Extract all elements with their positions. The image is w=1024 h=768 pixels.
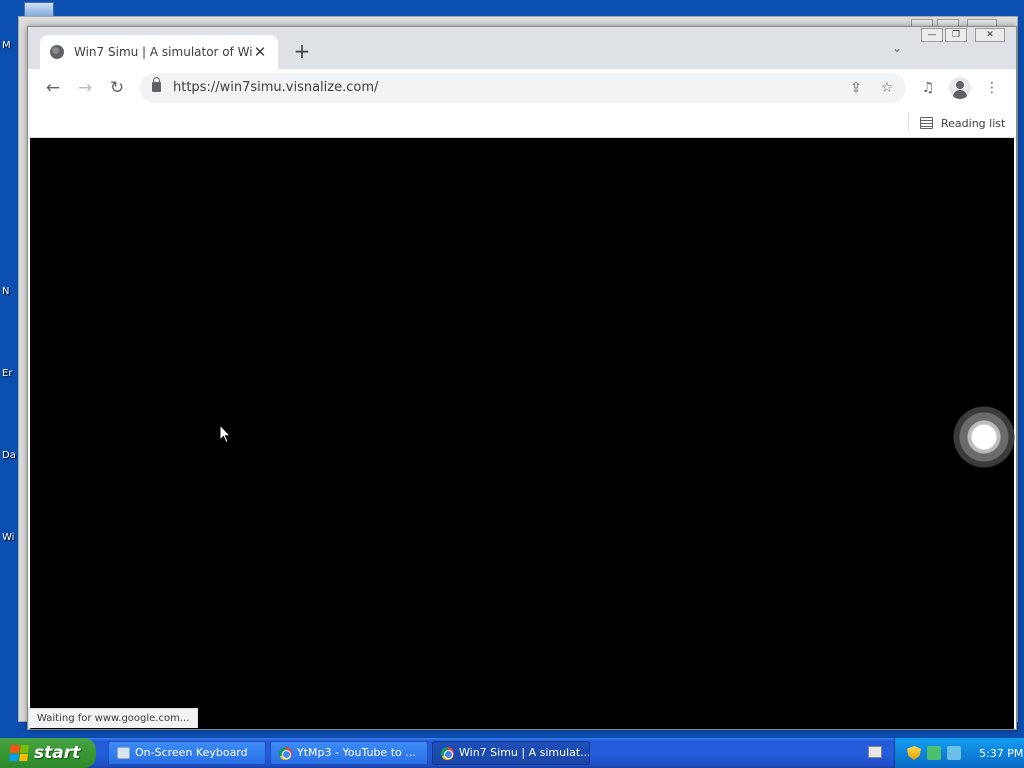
start-button[interactable]: start xyxy=(0,738,96,768)
windows-logo-icon xyxy=(9,745,29,761)
chrome-icon xyxy=(279,747,292,760)
chrome-icon xyxy=(441,747,454,760)
status-bubble: Waiting for www.google.com... xyxy=(28,708,199,728)
safely-remove-hardware-icon[interactable] xyxy=(947,746,961,760)
clock[interactable]: 5:37 PM xyxy=(979,747,1023,760)
back-arrow-icon[interactable]: ← xyxy=(42,77,64,99)
tab-search-icon[interactable]: ⌄ xyxy=(888,41,906,59)
taskbar-item-ytmp3[interactable]: YtMp3 - YouTube to ... xyxy=(270,741,428,765)
menu-kebab-icon[interactable]: ⋮ xyxy=(981,77,1003,99)
bookmarks-bar: Reading list xyxy=(28,107,1016,138)
window-controls: — ❐ ✕ xyxy=(921,28,1005,42)
taskbar-item-label: On-Screen Keyboard xyxy=(135,746,248,759)
globe-icon xyxy=(50,45,64,59)
desktop-icon-label[interactable]: Da xyxy=(2,450,16,461)
tab-close-icon[interactable]: ✕ xyxy=(252,43,268,61)
browser-window: Win7 Simu | A simulator of Window ✕ + ⌄ … xyxy=(27,26,1017,730)
reading-list-button[interactable]: Reading list xyxy=(920,113,1005,133)
keyboard-indicator-icon[interactable] xyxy=(868,746,882,758)
mouse-cursor-icon xyxy=(219,424,231,444)
bookmarks-divider xyxy=(908,113,909,131)
reading-list-icon xyxy=(920,117,933,129)
tab-win7-simu[interactable]: Win7 Simu | A simulator of Window ✕ xyxy=(40,35,278,69)
reload-icon[interactable]: ↻ xyxy=(106,77,128,99)
keyboard-icon xyxy=(117,747,130,759)
tab-title: Win7 Simu | A simulator of Window xyxy=(74,45,252,59)
tab-strip: Win7 Simu | A simulator of Window ✕ + ⌄ … xyxy=(28,27,1016,69)
desktop-icon-label[interactable]: M xyxy=(2,40,11,51)
taskbar-item-on-screen-keyboard[interactable]: On-Screen Keyboard xyxy=(108,741,266,765)
taskbar-item-win7-simu[interactable]: Win7 Simu | A simulat... xyxy=(432,741,590,765)
loading-spinner-icon xyxy=(952,405,1016,469)
address-bar[interactable]: https://win7simu.visnalize.com/ ⇪ ☆ xyxy=(140,73,906,103)
taskbar-item-label: Win7 Simu | A simulat... xyxy=(459,746,590,759)
maximize-button[interactable]: ❐ xyxy=(945,28,967,42)
profile-avatar-icon[interactable] xyxy=(949,77,971,99)
toolbar: ← → ↻ https://win7simu.visnalize.com/ ⇪ … xyxy=(28,69,1016,107)
network-icon[interactable] xyxy=(927,746,941,760)
share-icon[interactable]: ⇪ xyxy=(846,78,866,98)
desktop-icon-label[interactable]: Wi xyxy=(2,532,14,543)
desktop-icon-label[interactable]: Er xyxy=(2,368,12,379)
forward-arrow-icon[interactable]: → xyxy=(74,77,96,99)
close-button[interactable]: ✕ xyxy=(975,28,1005,42)
security-shield-icon[interactable] xyxy=(907,746,921,760)
system-tray: 5:37 PM xyxy=(894,738,1024,768)
url-text[interactable]: https://win7simu.visnalize.com/ xyxy=(173,80,378,95)
reading-list-label: Reading list xyxy=(941,116,1006,130)
desktop-icon-label[interactable]: N xyxy=(2,286,9,297)
minimize-button[interactable]: — xyxy=(921,28,943,42)
new-tab-button[interactable]: + xyxy=(291,40,313,62)
page-content[interactable] xyxy=(30,138,1016,729)
taskbar-item-label: YtMp3 - YouTube to ... xyxy=(297,746,416,759)
star-icon[interactable]: ☆ xyxy=(877,78,897,98)
taskbar: start On-Screen Keyboard YtMp3 - YouTube… xyxy=(0,738,1024,768)
start-label: start xyxy=(34,743,81,763)
lock-icon[interactable] xyxy=(152,77,161,92)
media-control-icon[interactable]: ♫ xyxy=(917,77,939,99)
